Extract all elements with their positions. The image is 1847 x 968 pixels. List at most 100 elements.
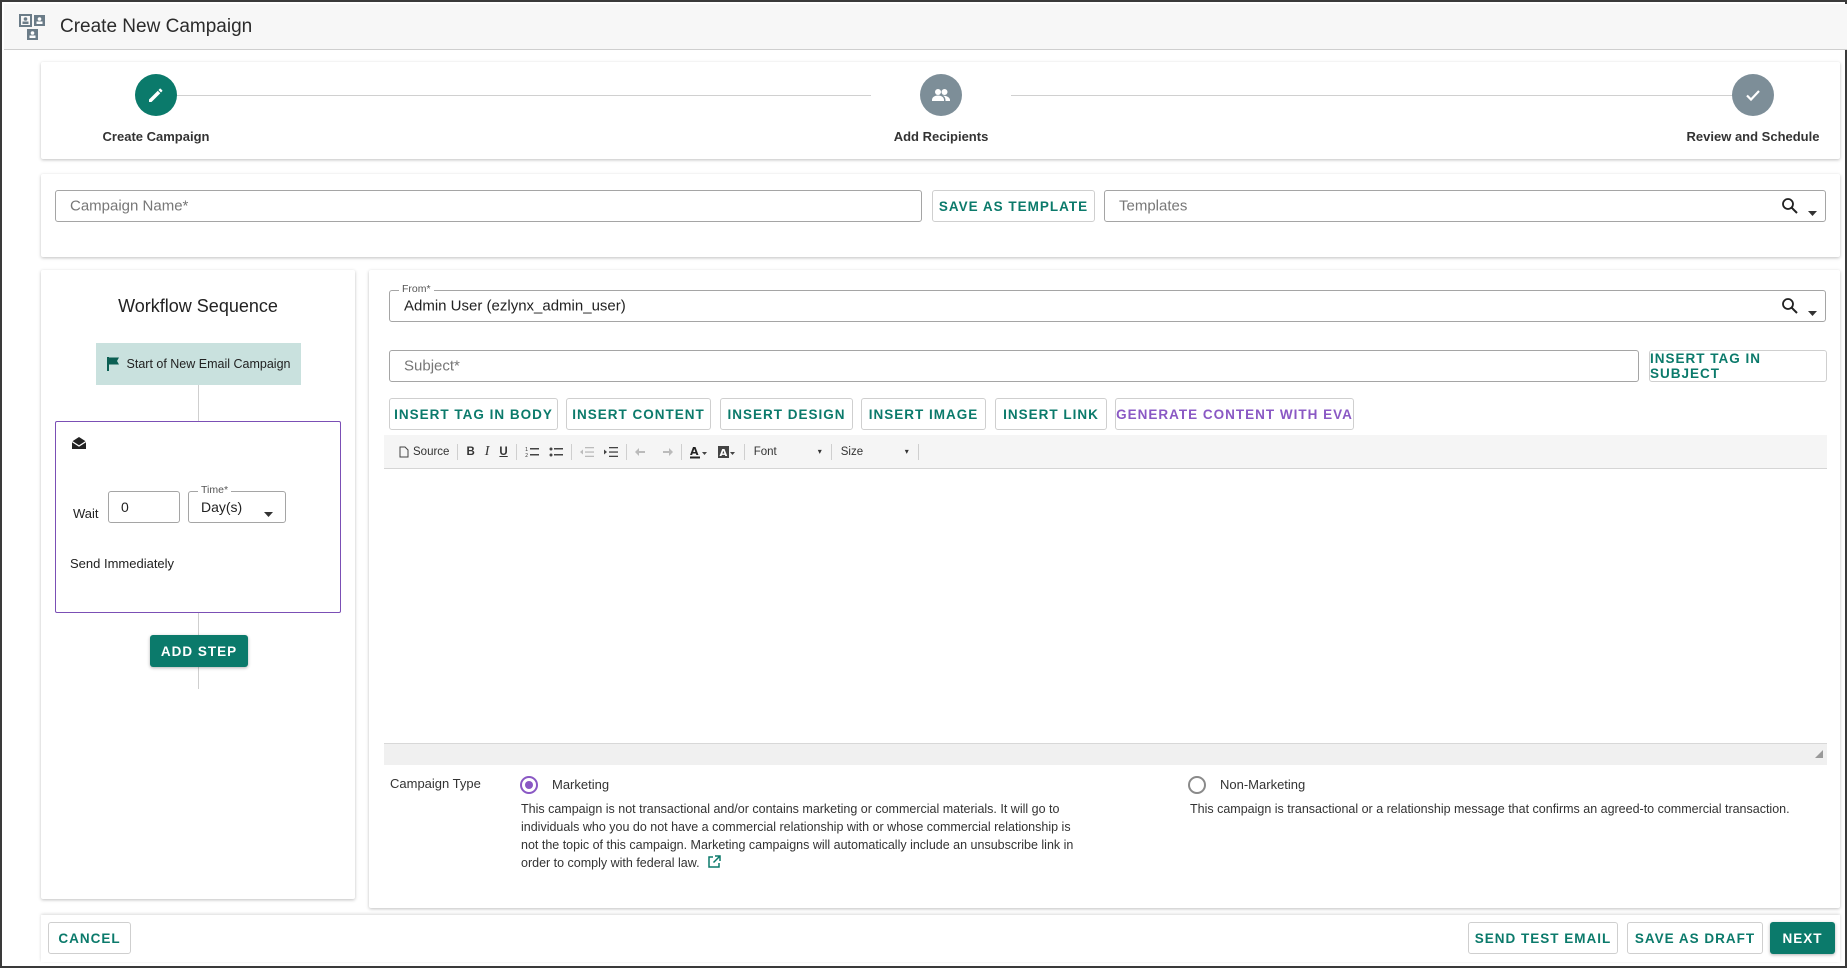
marketing-radio[interactable]: [520, 776, 538, 794]
svg-text:A: A: [719, 448, 727, 459]
time-select[interactable]: Time* Day(s): [188, 484, 286, 523]
non-marketing-description: This campaign is transactional or a rela…: [1190, 802, 1790, 816]
toolbar-separator: [830, 443, 832, 460]
generate-content-eva-button[interactable]: GENERATE CONTENT WITH EVA: [1115, 398, 1354, 430]
app-window: Create New Campaign Create Campaign Add …: [0, 0, 1847, 968]
external-link-icon[interactable]: [707, 855, 721, 874]
pencil-icon: [135, 74, 177, 116]
wait-value: 0: [121, 499, 129, 515]
insert-link-button[interactable]: INSERT LINK: [995, 398, 1107, 430]
toolbar-separator: [680, 443, 682, 460]
non-marketing-radio[interactable]: [1188, 776, 1206, 794]
search-icon[interactable]: [1781, 297, 1799, 320]
stepper-connector: [151, 95, 871, 96]
cancel-button[interactable]: CANCEL: [48, 922, 131, 954]
send-test-email-button[interactable]: SEND TEST EMAIL: [1468, 922, 1618, 954]
step-label: Review and Schedule: [1686, 129, 1820, 144]
document-icon: [399, 446, 409, 458]
workflow-panel: Workflow Sequence Start of New Email Cam…: [41, 270, 355, 899]
resize-handle-icon[interactable]: [1815, 745, 1823, 763]
toolbar-separator: [570, 443, 572, 460]
editor-status-bar: [384, 743, 1827, 765]
from-value: Admin User (ezlynx_admin_user): [404, 297, 626, 315]
bulleted-list-icon[interactable]: [544, 441, 568, 463]
source-button[interactable]: Source: [394, 441, 454, 463]
email-body-editor[interactable]: [384, 469, 1827, 741]
flag-icon: [106, 356, 121, 372]
chevron-down-icon[interactable]: [1808, 204, 1817, 222]
chevron-down-icon: ▾: [904, 447, 909, 456]
workflow-title: Workflow Sequence: [118, 296, 278, 316]
templates-placeholder: Templates: [1119, 197, 1188, 215]
text-color-icon[interactable]: A: [685, 441, 713, 463]
toolbar-separator: [917, 443, 919, 460]
save-as-template-button[interactable]: SAVE AS TEMPLATE: [932, 190, 1095, 222]
open-envelope-icon: [71, 435, 87, 456]
indent-icon[interactable]: [599, 441, 623, 463]
page-header: Create New Campaign: [4, 4, 1847, 50]
workflow-step-card[interactable]: Wait 0 Time* Day(s) Send Immediately: [55, 421, 341, 613]
marketing-label[interactable]: Marketing: [552, 777, 609, 792]
chevron-down-icon: [264, 505, 273, 523]
font-select[interactable]: Font ▾: [748, 442, 828, 462]
campaign-type-label: Campaign Type: [390, 776, 481, 791]
chevron-down-icon: ▾: [817, 447, 822, 456]
italic-button[interactable]: I: [480, 441, 495, 463]
page-title: Create New Campaign: [60, 15, 253, 37]
numbered-list-icon[interactable]: 12: [520, 441, 544, 463]
toolbar-separator: [625, 443, 627, 460]
subject-input[interactable]: Subject*: [389, 350, 1639, 382]
people-icon: [920, 74, 962, 116]
send-immediately-label: Send Immediately: [70, 556, 175, 571]
page-footer: CANCEL SEND TEST EMAIL SAVE AS DRAFT NEX…: [41, 915, 1840, 962]
start-campaign-chip[interactable]: Start of New Email Campaign: [96, 343, 301, 385]
campaign-name-placeholder: Campaign Name*: [70, 197, 189, 215]
bold-button[interactable]: B: [461, 441, 479, 463]
time-label: Time*: [198, 484, 232, 496]
save-as-draft-button[interactable]: SAVE AS DRAFT: [1627, 922, 1763, 954]
non-marketing-label[interactable]: Non-Marketing: [1220, 777, 1305, 792]
start-chip-label: Start of New Email Campaign: [126, 357, 291, 371]
templates-select[interactable]: Templates: [1104, 190, 1826, 222]
font-label: Font: [753, 445, 777, 458]
size-select[interactable]: Size ▾: [835, 442, 915, 462]
campaign-org-icon: [16, 10, 50, 44]
insert-tag-body-button[interactable]: INSERT TAG IN BODY: [389, 398, 558, 430]
stepper-connector: [1011, 95, 1741, 96]
rich-text-toolbar: Source B I U 12 A A Font ▾ Size ▾: [384, 435, 1827, 469]
marketing-description-text: This campaign is not transactional and/o…: [521, 802, 1074, 870]
add-step-button[interactable]: ADD STEP: [150, 635, 248, 667]
step-label: Add Recipients: [893, 129, 989, 144]
insert-image-button[interactable]: INSERT IMAGE: [861, 398, 986, 430]
subject-placeholder: Subject*: [404, 357, 460, 375]
toolbar-separator: [515, 443, 517, 460]
toolbar-separator: [457, 443, 459, 460]
wait-label: Wait: [73, 506, 99, 521]
redo-icon[interactable]: [654, 441, 678, 463]
underline-button[interactable]: U: [494, 441, 512, 463]
search-icon[interactable]: [1781, 197, 1799, 220]
undo-icon[interactable]: [630, 441, 654, 463]
insert-design-button[interactable]: INSERT DESIGN: [720, 398, 853, 430]
svg-text:2: 2: [525, 453, 528, 458]
source-label: Source: [413, 445, 450, 458]
campaign-stepper: Create Campaign Add Recipients Review an…: [41, 62, 1840, 159]
step-review-schedule[interactable]: Review and Schedule: [1653, 74, 1847, 144]
chevron-down-icon[interactable]: [1808, 304, 1817, 322]
toolbar-separator: [743, 443, 745, 460]
insert-tag-subject-button[interactable]: INSERT TAG IN SUBJECT: [1649, 350, 1827, 382]
marketing-description: This campaign is not transactional and/o…: [521, 800, 1081, 874]
outdent-icon[interactable]: [575, 441, 599, 463]
campaign-name-card: Campaign Name* SAVE AS TEMPLATE Template…: [41, 174, 1840, 257]
step-add-recipients[interactable]: Add Recipients: [841, 74, 1041, 144]
step-label: Create Campaign: [102, 129, 210, 144]
step-create-campaign[interactable]: Create Campaign: [56, 74, 256, 144]
from-select[interactable]: From* Admin User (ezlynx_admin_user): [389, 283, 1826, 322]
background-color-icon[interactable]: A: [713, 441, 741, 463]
wait-input[interactable]: 0: [108, 491, 180, 523]
campaign-name-input[interactable]: Campaign Name*: [55, 190, 922, 222]
insert-content-button[interactable]: INSERT CONTENT: [566, 398, 711, 430]
next-button[interactable]: NEXT: [1770, 922, 1835, 954]
check-icon: [1732, 74, 1774, 116]
email-editor-panel: From* Admin User (ezlynx_admin_user) Sub…: [369, 270, 1840, 908]
